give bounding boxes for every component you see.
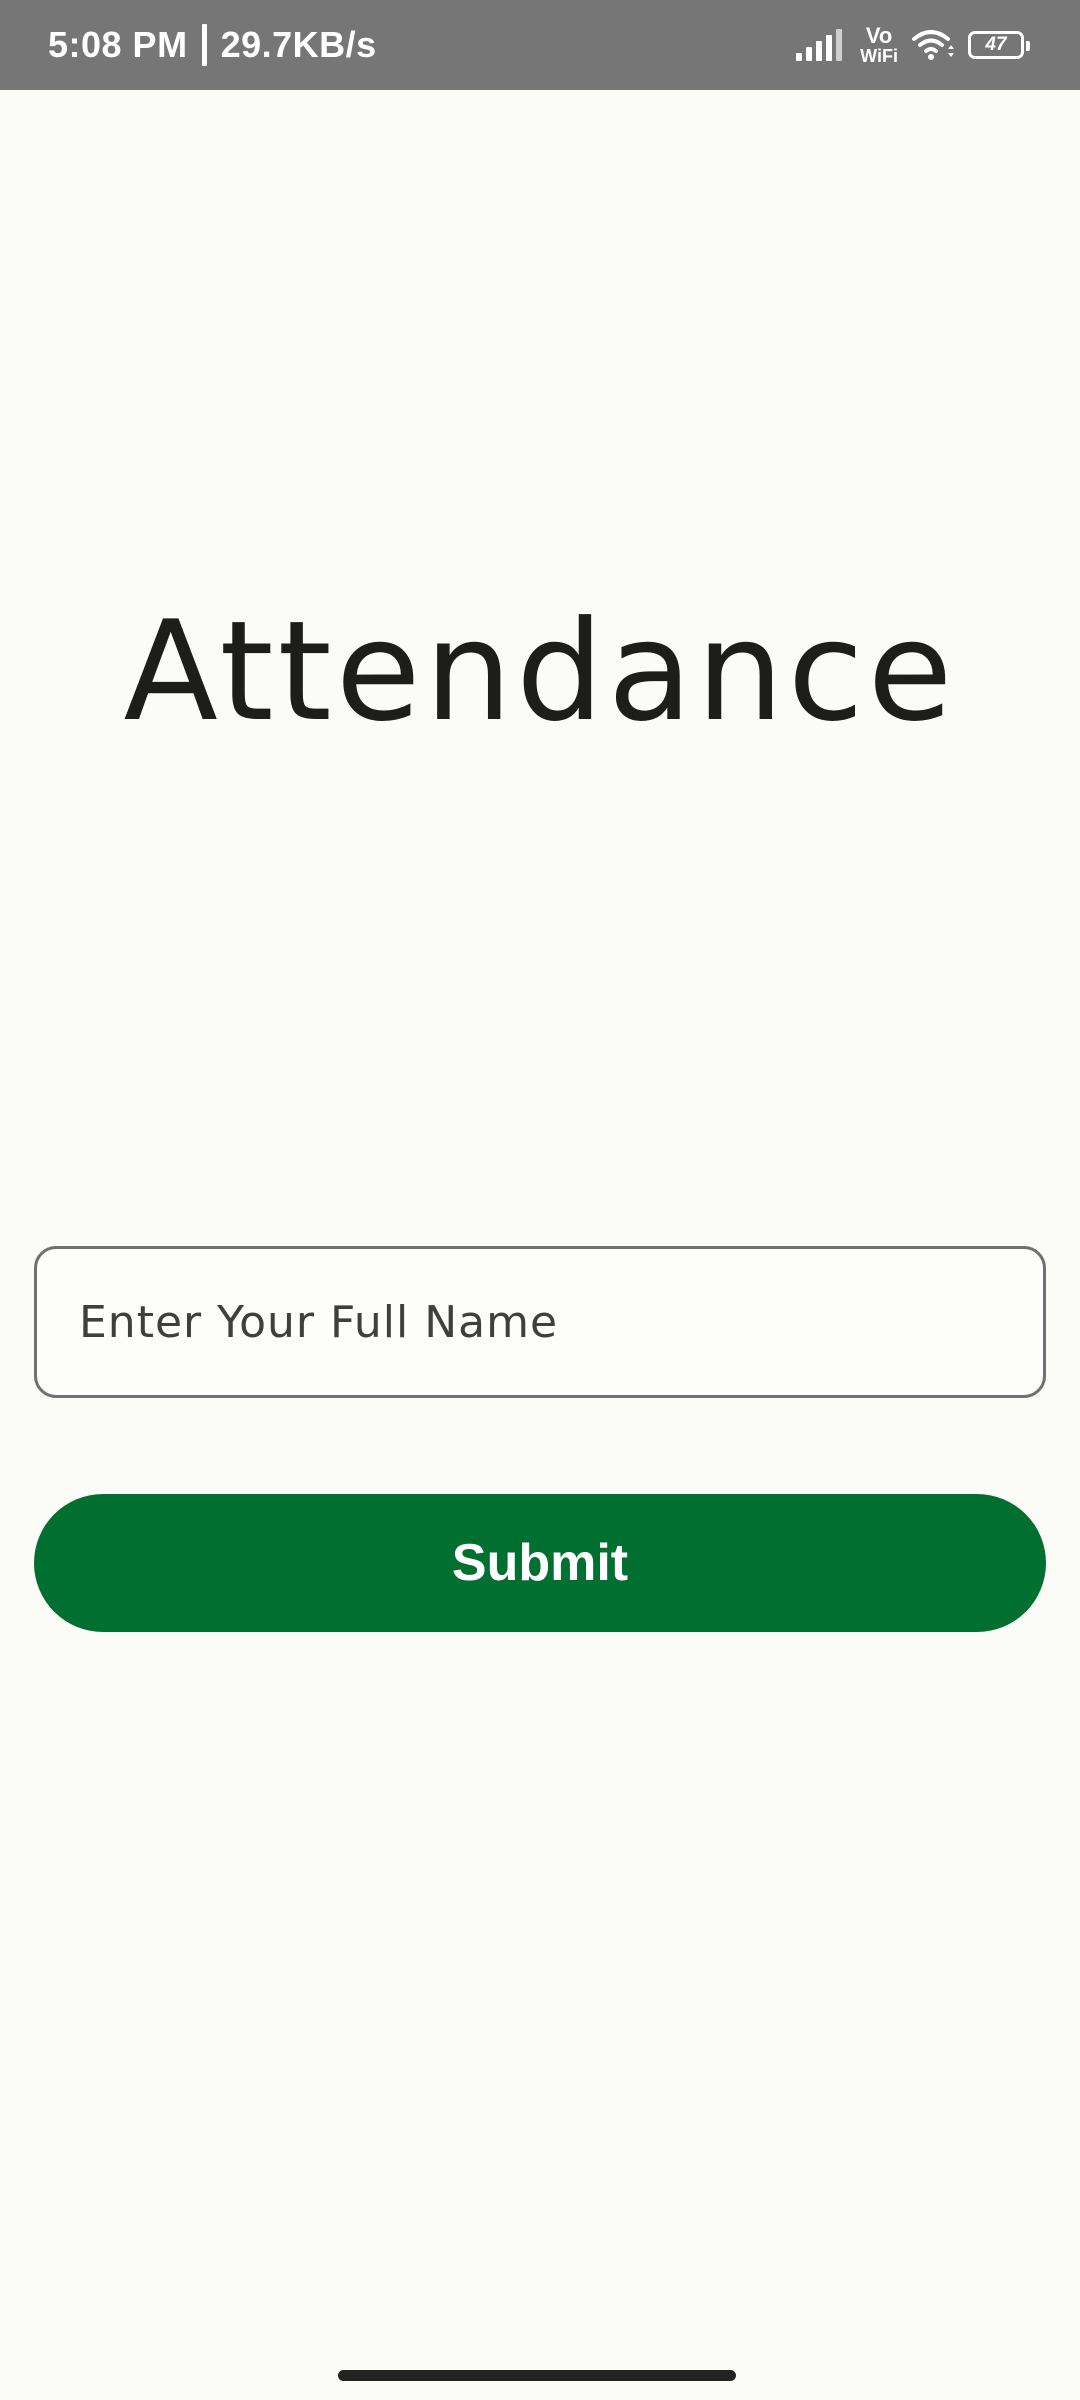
battery-level: 47: [985, 34, 1007, 55]
battery-icon: 47: [968, 31, 1030, 59]
submit-button[interactable]: Submit: [34, 1494, 1046, 1632]
status-network-speed: 29.7KB/s: [220, 24, 377, 65]
page-title: Attendance: [123, 591, 957, 752]
status-right: Vo WiFi 47: [796, 0, 1030, 90]
wifi-icon: [912, 30, 954, 60]
home-indicator[interactable]: [338, 2370, 736, 2381]
status-separator: [201, 24, 207, 66]
vowifi-icon: Vo WiFi: [860, 23, 898, 66]
status-time: 5:08 PM: [48, 24, 188, 65]
status-bar: 5:08 PM 29.7KB/s Vo WiFi 47: [0, 0, 1080, 90]
signal-icon: [796, 29, 843, 61]
full-name-input[interactable]: [34, 1246, 1046, 1398]
status-left: 5:08 PM 29.7KB/s: [48, 0, 377, 90]
vowifi-bottom-label: WiFi: [860, 46, 898, 66]
vowifi-top-label: Vo: [865, 23, 893, 48]
app-screen: 5:08 PM 29.7KB/s Vo WiFi 47 Attendance E…: [0, 0, 1080, 2400]
